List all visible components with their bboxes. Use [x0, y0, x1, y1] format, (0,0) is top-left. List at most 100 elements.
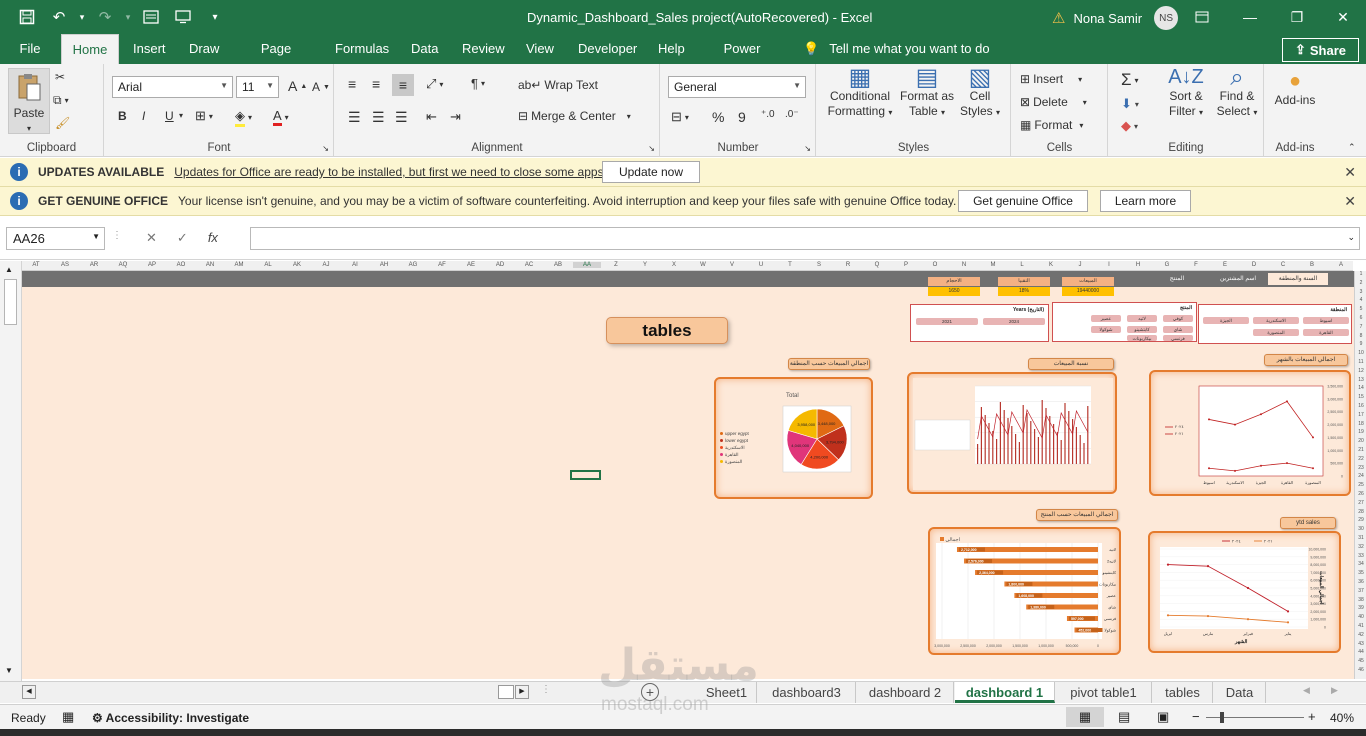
- zoom-level[interactable]: 40%: [1330, 711, 1354, 725]
- merge-center-button[interactable]: ⊟ Merge & Center ▾: [518, 109, 631, 123]
- close-icon[interactable]: ✕: [1320, 0, 1366, 34]
- accessibility-status[interactable]: ⚙ Accessibility: Investigate: [92, 711, 249, 725]
- column-header[interactable]: H: [1124, 262, 1152, 268]
- slicer-item[interactable]: فرنسي: [1163, 335, 1193, 341]
- column-header[interactable]: C: [1269, 262, 1297, 268]
- column-header[interactable]: F: [1182, 262, 1210, 268]
- autosum-icon[interactable]: Σ ▾: [1121, 70, 1139, 90]
- formula-input[interactable]: ⌄: [250, 227, 1360, 250]
- tab-power-pivot[interactable]: Power Pivot: [700, 34, 784, 86]
- row-header[interactable]: 3: [1355, 289, 1366, 295]
- tab-page-layout[interactable]: Page Layout: [234, 34, 318, 86]
- row-header[interactable]: 14: [1355, 385, 1366, 391]
- combo-chart-card[interactable]: [907, 372, 1117, 494]
- header-tab-year-region[interactable]: السنة والمنطقة: [1268, 273, 1328, 285]
- macro-record-icon[interactable]: ▦: [62, 709, 74, 725]
- close-icon[interactable]: ✕: [1344, 164, 1356, 181]
- comma-style-button[interactable]: 9: [738, 109, 746, 125]
- column-header[interactable]: Y: [631, 262, 659, 268]
- sheet-tab-dashboard1[interactable]: dashboard 1: [955, 682, 1055, 703]
- column-header[interactable]: AD: [486, 262, 514, 268]
- column-header[interactable]: Z: [602, 262, 630, 268]
- sheet-tab-pivot-table1[interactable]: pivot table1: [1056, 682, 1152, 703]
- tab-home[interactable]: Home: [61, 34, 119, 64]
- print-preview-icon[interactable]: [168, 3, 198, 31]
- row-header[interactable]: 20: [1355, 438, 1366, 444]
- sort-filter-button[interactable]: A↓Z Sort & Filter ▾: [1161, 67, 1211, 120]
- enter-icon[interactable]: ✓: [177, 230, 188, 246]
- tables-button[interactable]: tables: [606, 317, 728, 344]
- dialog-launcher-icon[interactable]: ↘: [648, 144, 655, 153]
- row-header[interactable]: 21: [1355, 447, 1366, 453]
- row-header[interactable]: 25: [1355, 482, 1366, 488]
- customize-qat-icon[interactable]: ▾: [200, 3, 230, 31]
- scroll-right-icon[interactable]: ▶: [515, 685, 529, 699]
- decrease-font-icon[interactable]: A ▼: [312, 80, 330, 94]
- addins-button[interactable]: ● Add-ins: [1269, 71, 1321, 108]
- row-header[interactable]: 40: [1355, 614, 1366, 620]
- column-header[interactable]: AH: [370, 262, 398, 268]
- increase-font-icon[interactable]: A ▲: [288, 78, 307, 94]
- scroll-up-icon[interactable]: ▲: [5, 265, 13, 274]
- row-header[interactable]: 28: [1355, 509, 1366, 515]
- column-header[interactable]: AE: [457, 262, 485, 268]
- expand-formula-bar-icon[interactable]: ⌄: [1347, 232, 1355, 243]
- column-header[interactable]: AO: [167, 262, 195, 268]
- get-genuine-office-button[interactable]: Get genuine Office: [958, 190, 1088, 212]
- row-header[interactable]: 32: [1355, 544, 1366, 550]
- column-header[interactable]: AP: [138, 262, 166, 268]
- row-header[interactable]: 15: [1355, 394, 1366, 400]
- row-header[interactable]: 42: [1355, 632, 1366, 638]
- cell-styles-button[interactable]: ▧ Cell Styles ▾: [957, 66, 1003, 120]
- column-header[interactable]: AT: [22, 262, 50, 268]
- tab-developer[interactable]: Developer: [569, 34, 641, 64]
- fill-color-icon[interactable]: ◈ ▾: [235, 108, 252, 127]
- column-header[interactable]: B: [1298, 262, 1326, 268]
- close-icon[interactable]: ✕: [1344, 193, 1356, 210]
- update-now-button[interactable]: Update now: [602, 161, 700, 183]
- column-header[interactable]: AM: [225, 262, 253, 268]
- sheet-nav-right-icon[interactable]: ▶: [1331, 685, 1338, 696]
- borders-icon[interactable]: ⊞ ▾: [195, 108, 213, 124]
- row-header[interactable]: 10: [1355, 350, 1366, 356]
- slicer-item[interactable]: القاهرة: [1303, 329, 1349, 336]
- slicer-item[interactable]: المنصورة: [1253, 329, 1299, 336]
- slicer-item[interactable]: 2024: [983, 318, 1045, 325]
- row-header[interactable]: 11: [1355, 359, 1366, 365]
- header-tab-product[interactable]: المنتج: [1152, 273, 1202, 285]
- column-header[interactable]: AC: [515, 262, 543, 268]
- row-header[interactable]: 12: [1355, 368, 1366, 374]
- row-header[interactable]: 29: [1355, 517, 1366, 523]
- paste-button[interactable]: Paste ▾: [8, 68, 50, 134]
- row-header[interactable]: 6: [1355, 315, 1366, 321]
- row-header[interactable]: 33: [1355, 553, 1366, 559]
- percent-button[interactable]: %: [712, 109, 724, 125]
- learn-more-button[interactable]: Learn more: [1100, 190, 1191, 212]
- row-header[interactable]: 23: [1355, 465, 1366, 471]
- row-header[interactable]: 9: [1355, 341, 1366, 347]
- column-header[interactable]: V: [718, 262, 746, 268]
- top-align-icon[interactable]: ≡: [348, 76, 356, 92]
- tab-data[interactable]: Data: [402, 34, 444, 64]
- row-header[interactable]: 2: [1355, 280, 1366, 286]
- minimize-icon[interactable]: —: [1227, 0, 1273, 34]
- tab-file[interactable]: File: [10, 34, 50, 64]
- row-header[interactable]: 13: [1355, 377, 1366, 383]
- split-handle-icon[interactable]: ⋮: [541, 684, 551, 695]
- slicer-item[interactable]: اسيوط: [1303, 317, 1349, 324]
- row-header[interactable]: 46: [1355, 667, 1366, 673]
- decrease-indent-icon[interactable]: ⇤: [426, 109, 437, 125]
- column-header[interactable]: T: [776, 262, 804, 268]
- slicer-item[interactable]: بيكاربونات: [1127, 335, 1157, 341]
- delete-cells-button[interactable]: ⊠ Delete ▾: [1020, 95, 1087, 109]
- tab-help[interactable]: Help: [649, 34, 691, 64]
- column-header[interactable]: AF: [428, 262, 456, 268]
- cancel-icon[interactable]: ✕: [146, 230, 157, 246]
- row-header[interactable]: 26: [1355, 491, 1366, 497]
- font-size-combo[interactable]: 11 ▼: [236, 76, 279, 98]
- row-header[interactable]: 5: [1355, 306, 1366, 312]
- underline-button[interactable]: U: [165, 109, 174, 123]
- save-icon[interactable]: [12, 3, 42, 31]
- slicer-years[interactable]: Years (التاريخ) 2024 2021: [910, 304, 1049, 342]
- increase-indent-icon[interactable]: ⇥: [450, 109, 461, 125]
